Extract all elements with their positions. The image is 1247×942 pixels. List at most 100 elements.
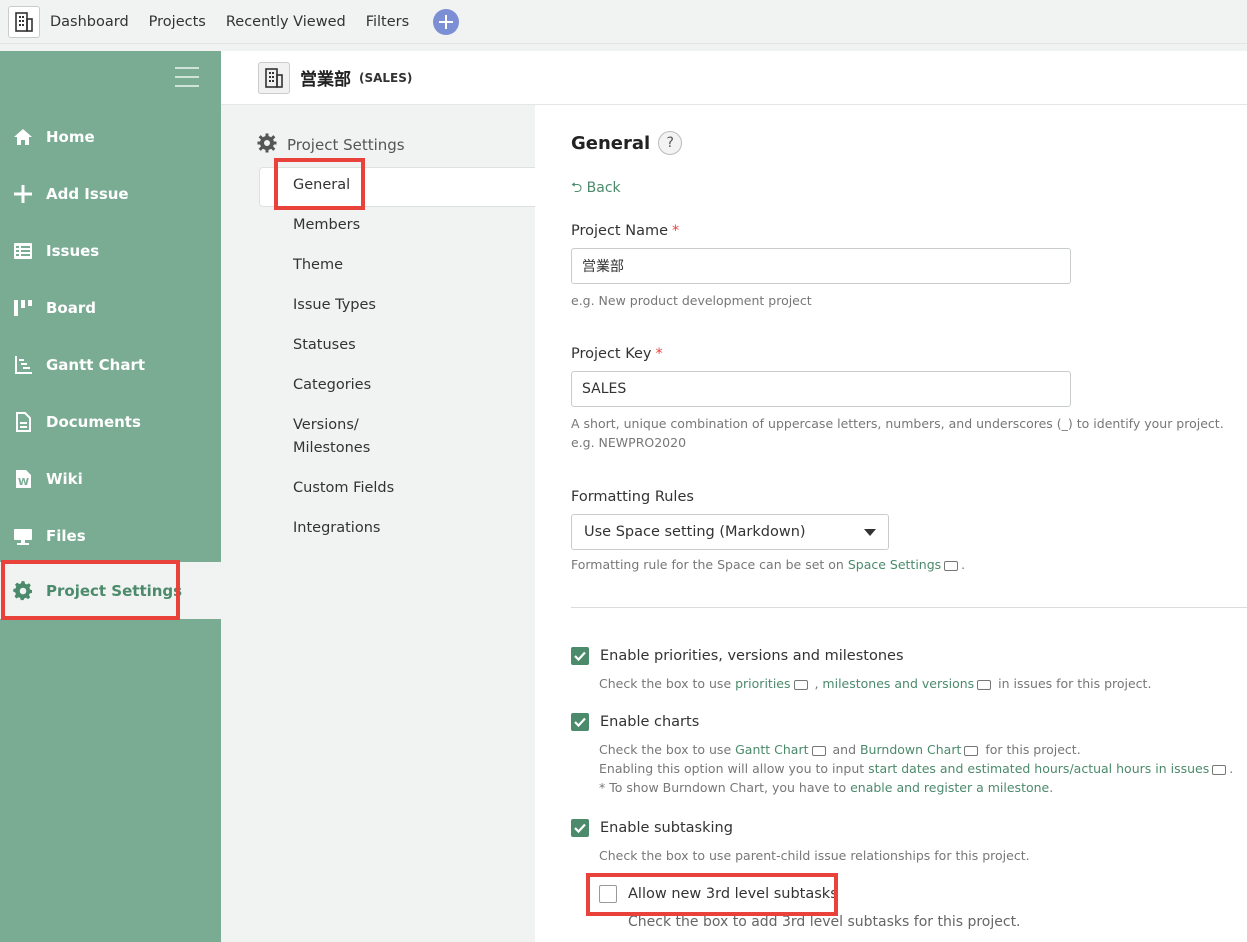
nav-dashboard[interactable]: Dashboard: [50, 14, 129, 30]
external-window-icon: [811, 745, 826, 756]
allow-3rd-level-subtasks-checkbox-row[interactable]: Allow new 3rd level subtasks: [599, 885, 838, 903]
document-icon: [12, 411, 34, 433]
burndown-chart-link[interactable]: Burndown Chart: [860, 742, 961, 757]
formatting-rules-select[interactable]: Use Space setting (Markdown): [571, 514, 889, 550]
enable-priorities-checkbox[interactable]: [571, 647, 589, 665]
back-arrow-icon: ⮌: [571, 180, 583, 196]
allow-3rd-level-subtasks-hint: Check the box to add 3rd level subtasks …: [628, 914, 1021, 930]
external-window-icon: [964, 745, 979, 756]
allow-3rd-level-subtasks-checkbox[interactable]: [599, 885, 617, 903]
settings-menu-custom-fields[interactable]: Custom Fields: [293, 477, 394, 500]
settings-menu: Project Settings General Members Theme I…: [221, 105, 535, 942]
check-icon: [574, 823, 586, 834]
sidebar-item-label: Issues: [46, 241, 100, 260]
settings-menu-theme[interactable]: Theme: [293, 254, 343, 277]
building-icon: [265, 67, 283, 88]
top-nav: Dashboard Projects Recently Viewed Filte…: [0, 0, 1247, 44]
milestones-versions-link[interactable]: milestones and versions: [822, 676, 974, 691]
settings-menu-milestones[interactable]: Milestones: [293, 437, 370, 460]
sidebar-item-gantt-chart[interactable]: Gantt Chart: [0, 336, 221, 393]
priorities-link[interactable]: priorities: [735, 676, 790, 691]
gantt-chart-link[interactable]: Gantt Chart: [735, 742, 808, 757]
project-key-input[interactable]: [571, 371, 1071, 407]
settings-menu-general[interactable]: General: [293, 174, 350, 197]
nav-projects[interactable]: Projects: [149, 14, 206, 30]
list-icon: [12, 240, 34, 262]
gantt-icon: [12, 354, 34, 376]
space-settings-link[interactable]: Space Settings: [848, 557, 941, 572]
start-dates-hours-link[interactable]: start dates and estimated hours/actual h…: [868, 761, 1209, 776]
sidebar-item-issues[interactable]: Issues: [0, 222, 221, 279]
sidebar-item-label: Board: [46, 298, 96, 317]
plus-icon: [439, 14, 454, 29]
enable-subtasking-checkbox-row[interactable]: Enable subtasking: [571, 819, 733, 837]
help-icon[interactable]: ?: [658, 131, 683, 155]
external-window-icon: [977, 679, 992, 690]
project-key: (SALES): [359, 70, 413, 85]
sidebar-item-label: Home: [46, 127, 95, 146]
project-key-hint: A short, unique combination of uppercase…: [571, 416, 1224, 450]
sidebar-item-files[interactable]: Files: [0, 507, 221, 564]
enable-charts-checkbox[interactable]: [571, 713, 589, 731]
settings-menu-categories[interactable]: Categories: [293, 374, 371, 397]
nav-recently-viewed[interactable]: Recently Viewed: [226, 14, 346, 30]
sidebar-item-label: Wiki: [46, 469, 83, 488]
divider: [571, 607, 1247, 608]
settings-menu-versions[interactable]: Versions/: [293, 414, 359, 437]
enable-subtasking-checkbox[interactable]: [571, 819, 589, 837]
settings-menu-title: Project Settings: [257, 133, 405, 157]
settings-menu-members[interactable]: Members: [293, 214, 360, 237]
project-name-input[interactable]: [571, 248, 1071, 284]
sidebar-item-add-issue[interactable]: Add Issue: [0, 165, 221, 222]
gear-icon: [12, 580, 34, 602]
project-header: 営業部 (SALES): [221, 51, 1247, 105]
enable-priorities-checkbox-row[interactable]: Enable priorities, versions and mileston…: [571, 647, 904, 665]
external-window-icon: [1212, 764, 1227, 775]
settings-menu-integrations[interactable]: Integrations: [293, 517, 380, 540]
svg-text:W: W: [18, 477, 29, 488]
enable-charts-checkbox-row[interactable]: Enable charts: [571, 713, 699, 731]
external-window-icon: [793, 679, 808, 690]
plus-icon: [12, 183, 34, 205]
wiki-icon: W: [12, 468, 34, 490]
settings-menu-issue-types[interactable]: Issue Types: [293, 294, 376, 317]
sidebar-item-label: Gantt Chart: [46, 355, 146, 374]
sidebar-item-home[interactable]: Home: [0, 108, 221, 165]
enable-milestone-link[interactable]: enable and register a milestone: [850, 780, 1049, 795]
general-settings-panel: General ? ⮌ Back Project Name* e.g. New …: [535, 105, 1247, 942]
add-plus-button[interactable]: [433, 8, 460, 35]
enable-charts-hint: Check the box to use Gantt Chart and Bur…: [599, 742, 1234, 795]
sidebar-item-project-settings[interactable]: Project Settings: [0, 562, 221, 619]
page-title: General ?: [571, 131, 683, 155]
files-icon: [12, 525, 34, 547]
building-icon: [15, 11, 33, 32]
formatting-rules-label: Formatting Rules: [571, 489, 694, 505]
gear-icon: [257, 133, 277, 157]
project-name-hint: e.g. New product development project: [571, 293, 812, 308]
sidebar-item-label: Add Issue: [46, 184, 129, 203]
space-logo[interactable]: [8, 5, 40, 38]
project-key-label: Project Key *: [571, 346, 663, 362]
back-link[interactable]: ⮌ Back: [571, 177, 621, 201]
external-window-icon: [944, 560, 959, 571]
project-icon: [258, 61, 290, 94]
sidebar: Home Add Issue Issues Board Gantt Chart …: [0, 51, 221, 942]
check-icon: [574, 717, 586, 728]
sidebar-item-label: Files: [46, 526, 86, 545]
board-icon: [12, 297, 34, 319]
enable-priorities-hint: Check the box to use priorities , milest…: [599, 676, 1152, 691]
home-icon: [12, 126, 34, 148]
formatting-rules-hint: Formatting rule for the Space can be set…: [571, 557, 966, 572]
enable-subtasking-hint: Check the box to use parent-child issue …: [599, 848, 1030, 863]
caret-down-icon: [864, 528, 876, 536]
hamburger-menu-icon[interactable]: [175, 67, 199, 87]
sidebar-item-label: Documents: [46, 412, 141, 431]
sidebar-item-documents[interactable]: Documents: [0, 393, 221, 450]
project-name[interactable]: 営業部: [300, 65, 351, 90]
check-icon: [574, 651, 586, 662]
nav-filters[interactable]: Filters: [366, 14, 409, 30]
sidebar-item-board[interactable]: Board: [0, 279, 221, 336]
project-name-label: Project Name *: [571, 223, 680, 239]
sidebar-item-wiki[interactable]: W Wiki: [0, 450, 221, 507]
settings-menu-statuses[interactable]: Statuses: [293, 334, 356, 357]
